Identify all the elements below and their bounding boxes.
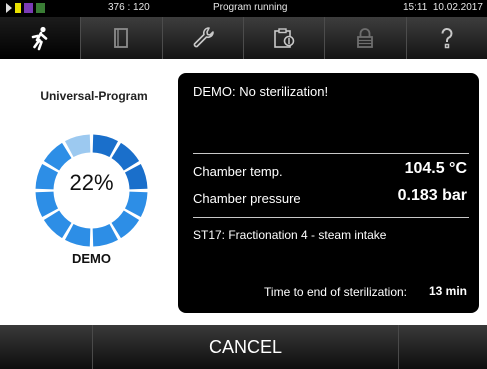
tab-program[interactable] — [0, 17, 82, 59]
status-coords: 376 : 120 — [108, 2, 150, 13]
chamber-temp-value: 104.5 °C — [404, 160, 467, 177]
card-icon — [36, 3, 45, 13]
divider — [193, 153, 469, 154]
running-person-icon — [31, 26, 48, 51]
main-tab-bar — [0, 17, 487, 59]
time-remaining-label: Time to end of sterilization: — [264, 285, 407, 299]
wrench-icon — [193, 27, 214, 48]
divider — [193, 217, 469, 218]
progress-percent: 22% — [69, 170, 114, 195]
current-step: ST17: Fractionation 4 - steam intake — [193, 228, 387, 242]
tab-help[interactable] — [407, 17, 487, 59]
status-text: Program running — [213, 2, 288, 13]
status-time: 15:11 — [403, 2, 428, 13]
status-icons — [6, 3, 45, 13]
bottom-bar: CANCEL — [0, 325, 487, 369]
progress-segment — [92, 134, 119, 158]
cancel-button[interactable]: CANCEL — [92, 325, 399, 369]
progress-segment — [64, 223, 91, 247]
chamber-temp-label: Chamber temp. — [193, 164, 283, 179]
tab-lock[interactable] — [325, 17, 407, 59]
tab-settings[interactable] — [163, 17, 244, 59]
progress-segment — [92, 223, 119, 247]
chamber-pressure-value: 0.183 bar — [397, 187, 467, 204]
program-mode: DEMO — [72, 251, 111, 266]
progress-segment — [64, 134, 91, 158]
tab-documents[interactable] — [81, 17, 163, 59]
status-clock: 15:11 10.02.2017 — [403, 2, 483, 13]
time-remaining-value: 13 min — [428, 284, 467, 298]
play-icon — [6, 3, 12, 13]
document-icon — [114, 28, 129, 48]
chamber-pressure-label: Chamber pressure — [193, 191, 301, 206]
status-date: 10.02.2017 — [432, 2, 483, 13]
program-name: Universal-Program — [40, 89, 148, 103]
tab-maintenance[interactable] — [244, 17, 326, 59]
network-icon — [24, 3, 33, 13]
clipboard-icon — [274, 28, 295, 48]
help-icon — [441, 27, 453, 49]
usb-icon — [15, 3, 21, 13]
status-bar: 376 : 120 Program running 15:11 10.02.20… — [0, 0, 487, 17]
panel-message: DEMO: No sterilization! — [193, 84, 329, 99]
info-panel: DEMO: No sterilization! Chamber temp. 10… — [178, 73, 479, 313]
lock-icon — [357, 28, 374, 48]
